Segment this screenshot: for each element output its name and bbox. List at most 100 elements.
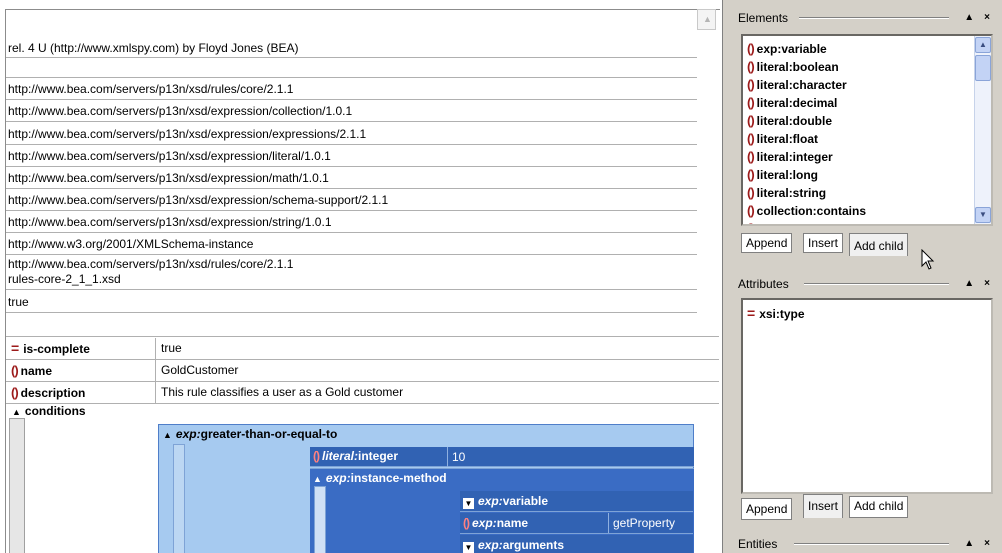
conditions-label[interactable]: ▲ conditions: [12, 404, 86, 418]
prop-name: () description: [6, 382, 156, 403]
grid-row-empty[interactable]: [6, 59, 697, 78]
list-item[interactable]: () exp:variable: [747, 40, 827, 58]
pin-icon[interactable]: ▲: [964, 278, 974, 289]
prop-row-description[interactable]: () description This rule classifies a use…: [6, 382, 719, 404]
literal-integer-value[interactable]: 10: [447, 447, 465, 467]
scroll-thumb[interactable]: [975, 55, 991, 81]
entities-panel-title: Entities: [738, 537, 778, 551]
literal-integer-row[interactable]: () literal:integer 10: [310, 447, 694, 467]
grid-row-namespace[interactable]: http://www.bea.com/servers/p13n/xsd/expr…: [6, 146, 697, 167]
list-item[interactable]: () literal:float: [747, 130, 818, 148]
tab-append[interactable]: Append: [741, 233, 793, 253]
prop-value[interactable]: GoldCustomer: [161, 360, 238, 381]
grid-row-namespace[interactable]: http://www.bea.com/servers/p13n/xsd/expr…: [6, 190, 697, 211]
literal-integer-label: () literal:integer: [313, 449, 399, 463]
grid-row-comment[interactable]: rel. 4 U (http://www.xmlspy.com) by Floy…: [6, 38, 697, 58]
prop-row-name[interactable]: () name GoldCustomer: [6, 360, 719, 382]
instance-method-box[interactable]: ▲ exp:instance-method ▼ exp:variable () exp…: [310, 468, 694, 553]
grid-scroll-up-button[interactable]: ▲: [697, 9, 716, 30]
close-icon[interactable]: ×: [984, 12, 990, 23]
close-icon[interactable]: ×: [984, 538, 990, 549]
elements-panel-buttons: ▲ ×: [954, 12, 990, 23]
tab-insert[interactable]: Insert: [803, 494, 844, 518]
element-icon: (): [747, 113, 755, 128]
element-icon: (): [11, 385, 19, 400]
scroll-up-button[interactable]: ▲: [975, 37, 991, 53]
list-item[interactable]: () literal:string: [747, 184, 826, 202]
collapse-triangle-icon[interactable]: ▲: [12, 407, 21, 417]
schema-location-file: rules-core-2_1_1.xsd: [8, 272, 121, 286]
elements-list[interactable]: () exp:variable () literal:boolean () liter…: [741, 34, 993, 226]
gte-element-header[interactable]: ▲ exp:greater-than-or-equal-to: [163, 427, 337, 441]
list-item[interactable]: () collection:contains: [747, 202, 866, 220]
exp-variable-row[interactable]: ▼ exp:variable: [460, 491, 693, 512]
xml-grid-view: ▲ rel. 4 U (http://www.xmlspy.com) by Fl…: [0, 0, 722, 553]
attribute-icon: =: [747, 305, 756, 321]
conditions-collapse-bar[interactable]: [9, 418, 25, 553]
grid-row-namespace[interactable]: http://www.bea.com/servers/p13n/xsd/expr…: [6, 212, 697, 233]
prop-row-is-complete[interactable]: = is-complete true: [6, 338, 719, 360]
prop-value[interactable]: This rule classifies a user as a Gold cu…: [161, 382, 403, 403]
grid-row-namespace[interactable]: http://www.w3.org/2001/XMLSchema-instanc…: [6, 234, 697, 255]
grid-row-schema-location[interactable]: http://www.bea.com/servers/p13n/xsd/rule…: [6, 256, 697, 290]
prop-name: () name: [6, 360, 156, 381]
list-item[interactable]: () literal:character: [747, 76, 847, 94]
grid-row-namespace[interactable]: http://www.bea.com/servers/p13n/xsd/expr…: [6, 101, 697, 122]
tab-add-child[interactable]: Add child: [849, 233, 909, 256]
exp-name-label: () exp:name: [463, 516, 529, 530]
element-icon: (): [747, 203, 755, 218]
element-icon: (): [747, 77, 755, 92]
list-item[interactable]: () literal:boolean: [747, 58, 839, 76]
list-item[interactable]: = xsi:type: [747, 304, 805, 322]
element-icon: (): [747, 220, 755, 224]
element-icon: (): [747, 185, 755, 200]
title-separator: [804, 283, 949, 285]
grid-row-namespace[interactable]: http://www.bea.com/servers/p13n/xsd/rule…: [6, 79, 697, 100]
list-item[interactable]: () literal:double: [747, 112, 832, 130]
tab-append[interactable]: Append: [741, 498, 793, 520]
exp-name-row[interactable]: () exp:name getProperty: [460, 513, 693, 534]
chevron-up-icon: ▲: [703, 14, 712, 24]
grid-row-namespace[interactable]: http://www.bea.com/servers/p13n/xsd/expr…: [6, 168, 697, 189]
attributes-list[interactable]: = xsi:type: [741, 298, 993, 494]
grid-row-namespace[interactable]: http://www.bea.com/servers/p13n/xsd/expr…: [6, 123, 697, 145]
prop-name: = is-complete: [6, 338, 156, 359]
entities-panel-buttons: ▲ ×: [954, 538, 990, 549]
tab-insert[interactable]: Insert: [803, 233, 844, 253]
attributes-panel-buttons: ▲ ×: [954, 278, 990, 289]
attributes-panel-title: Attributes: [738, 277, 789, 291]
tab-add-child[interactable]: Add child: [849, 496, 909, 518]
list-item[interactable]: () literal:decimal: [747, 94, 837, 112]
elements-list-scrollbar[interactable]: ▲ ▼: [974, 36, 991, 224]
grid-row-true[interactable]: true: [6, 291, 697, 313]
pin-icon[interactable]: ▲: [964, 12, 974, 23]
close-icon[interactable]: ×: [984, 278, 990, 289]
element-icon: (): [747, 149, 755, 164]
element-icon: (): [747, 59, 755, 74]
dropdown-icon[interactable]: ▼: [463, 542, 474, 553]
element-icon: (): [747, 167, 755, 182]
prop-value[interactable]: true: [161, 338, 182, 359]
list-item[interactable]: () literal:integer: [747, 148, 833, 166]
instance-method-header[interactable]: ▲ exp:instance-method: [313, 471, 447, 485]
list-item[interactable]: () literal:long: [747, 166, 818, 184]
exp-arguments-row[interactable]: ▼ exp:arguments: [460, 535, 693, 553]
list-item-partial[interactable]: (): [747, 220, 757, 224]
dropdown-icon[interactable]: ▼: [463, 498, 474, 509]
grid-row-empty: [6, 314, 719, 337]
scroll-down-button[interactable]: ▼: [975, 207, 991, 223]
collapse-triangle-icon[interactable]: ▲: [313, 474, 322, 484]
title-separator: [799, 17, 949, 19]
element-icon: (): [747, 131, 755, 146]
pin-icon[interactable]: ▲: [964, 538, 974, 549]
gte-element-box[interactable]: ▲ exp:greater-than-or-equal-to () literal:…: [158, 424, 694, 553]
gte-collapse-bar[interactable]: [173, 444, 185, 553]
exp-arguments-label: ▼ exp:arguments: [463, 538, 565, 553]
splitter[interactable]: [722, 0, 730, 553]
collapse-triangle-icon[interactable]: ▲: [163, 430, 172, 440]
side-panels: Elements ▲ × () exp:variable () literal:boo…: [730, 0, 1002, 553]
exp-name-value[interactable]: getProperty: [608, 513, 675, 533]
element-icon: (): [313, 449, 320, 463]
exp-variable-label: ▼ exp:variable: [463, 494, 549, 509]
instance-method-collapse-bar[interactable]: [314, 486, 326, 553]
